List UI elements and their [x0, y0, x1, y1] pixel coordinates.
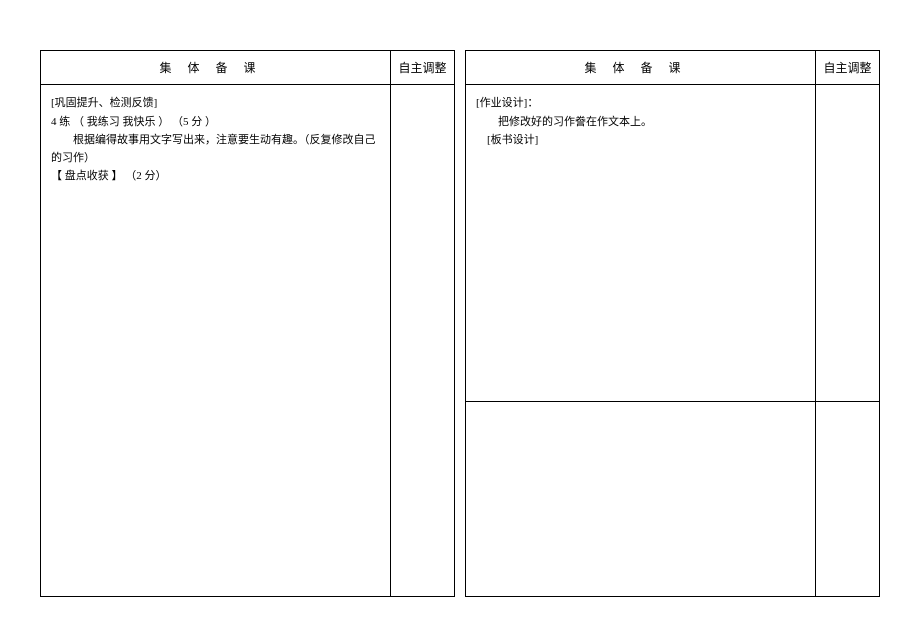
- right-pane: 集体备课 自主调整 [作业设计]： 把修改好的习作誊在作文本上。 [板书设计]: [465, 50, 880, 597]
- left-header-main: 集体备课: [41, 51, 390, 84]
- right-body-row-bottom: [466, 402, 879, 596]
- left-line-1: [巩固提升、检测反馈]: [51, 95, 380, 113]
- right-header-main: 集体备课: [466, 51, 815, 84]
- right-body-wrapper: [作业设计]： 把修改好的习作誊在作文本上。 [板书设计]: [466, 85, 879, 596]
- right-header-adjust: 自主调整: [815, 51, 879, 84]
- right-line-2: 把修改好的习作誊在作文本上。: [476, 114, 805, 132]
- left-line-3: 根据编得故事用文字写出来，注意要生动有趣。（反复修改自己的习作）: [51, 132, 380, 167]
- left-line-2: 4 练 （ 我练习 我快乐 ） （5 分 ）: [51, 114, 380, 132]
- left-body-main: [巩固提升、检测反馈] 4 练 （ 我练习 我快乐 ） （5 分 ） 根据编得故…: [41, 85, 390, 596]
- left-body-row: [巩固提升、检测反馈] 4 练 （ 我练习 我快乐 ） （5 分 ） 根据编得故…: [41, 85, 454, 596]
- right-header-row: 集体备课 自主调整: [466, 51, 879, 85]
- left-header-row: 集体备课 自主调整: [41, 51, 454, 85]
- left-pane: 集体备课 自主调整 [巩固提升、检测反馈] 4 练 （ 我练习 我快乐 ） （5…: [40, 50, 455, 597]
- right-body-adjust-top: [815, 85, 879, 401]
- page-container: 集体备课 自主调整 [巩固提升、检测反馈] 4 练 （ 我练习 我快乐 ） （5…: [40, 50, 880, 597]
- right-body-main-bottom: [466, 402, 815, 596]
- right-body-adjust-bottom: [815, 402, 879, 596]
- right-body-row-top: [作业设计]： 把修改好的习作誊在作文本上。 [板书设计]: [466, 85, 879, 402]
- left-line-4: 【 盘点收获 】 （2 分）: [51, 168, 380, 186]
- right-line-1: [作业设计]：: [476, 95, 805, 113]
- left-body-adjust: [390, 85, 454, 596]
- right-line-3: [板书设计]: [476, 132, 805, 150]
- left-header-adjust: 自主调整: [390, 51, 454, 84]
- right-body-main-top: [作业设计]： 把修改好的习作誊在作文本上。 [板书设计]: [466, 85, 815, 401]
